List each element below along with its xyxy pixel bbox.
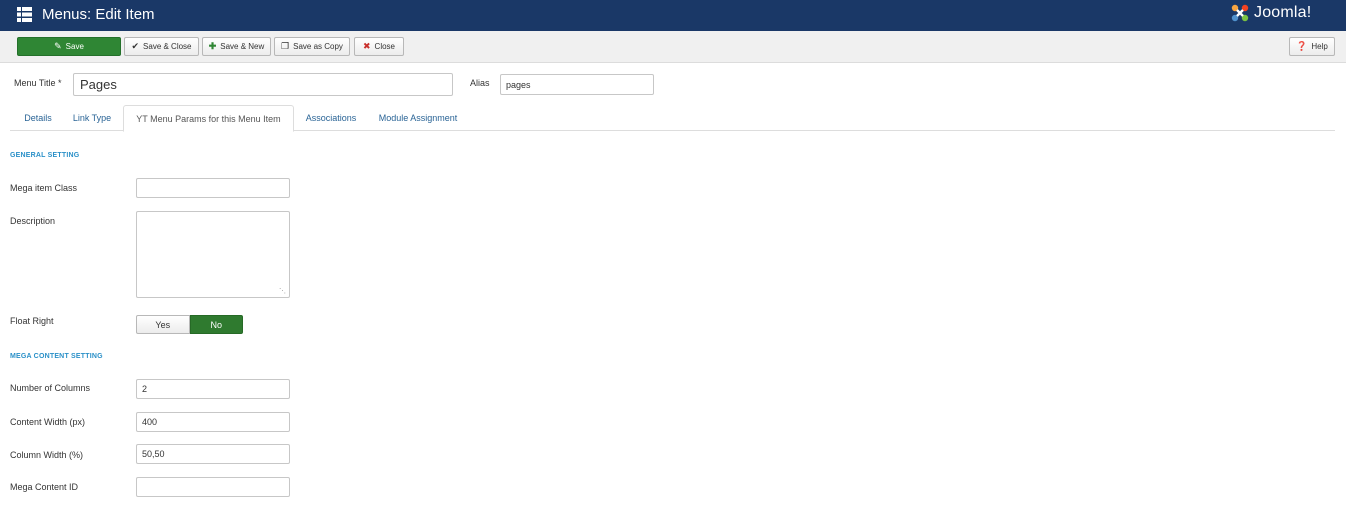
tab-associations[interactable]: Associations — [299, 105, 363, 131]
copy-icon: ❐ — [281, 41, 290, 51]
alias-input[interactable]: pages — [500, 74, 654, 95]
tab-details[interactable]: Details — [14, 105, 62, 131]
menu-title-label: Menu Title * — [14, 78, 62, 88]
page-title: Menus: Edit Item — [42, 6, 155, 23]
save-label: Save — [65, 42, 84, 51]
tab-module-assignment[interactable]: Module Assignment — [372, 105, 464, 131]
edit-icon: ✎ — [54, 41, 62, 51]
close-button[interactable]: ✖ Close — [354, 37, 404, 56]
plus-icon: ✚ — [208, 41, 217, 51]
save-close-button[interactable]: ✔ Save & Close — [124, 37, 199, 56]
content-width-label: Content Width (px) — [10, 417, 86, 427]
mega-item-class-label: Mega item Class — [10, 183, 78, 193]
resize-handle-icon[interactable]: ⋱ — [279, 287, 286, 295]
menu-title-input[interactable]: Pages — [73, 73, 453, 96]
save-copy-button[interactable]: ❐ Save as Copy — [274, 37, 350, 56]
columns-label: Number of Columns — [10, 383, 91, 393]
save-copy-label: Save as Copy — [293, 42, 343, 51]
list-menu-icon — [17, 7, 32, 22]
mega-content-id-input[interactable] — [136, 477, 290, 497]
tab-yt-menu-params[interactable]: YT Menu Params for this Menu Item — [123, 105, 294, 132]
description-textarea[interactable]: ⋱ — [136, 211, 290, 298]
columns-input[interactable]: 2 — [136, 379, 290, 399]
logo-text: Joomla! — [1254, 4, 1312, 21]
tab-bar: Details Link Type YT Menu Params for thi… — [10, 105, 1335, 132]
save-new-button[interactable]: ✚ Save & New — [202, 37, 271, 56]
float-right-toggle: Yes No — [136, 315, 243, 334]
content-width-input[interactable]: 400 — [136, 412, 290, 432]
help-label: Help — [1311, 42, 1328, 51]
check-icon: ✔ — [131, 41, 140, 51]
save-close-label: Save & Close — [143, 42, 192, 51]
close-label: Close — [374, 42, 395, 51]
float-right-no-button[interactable]: No — [189, 315, 243, 334]
toolbar: ✎ Save ✔ Save & Close ✚ Save & New ❐ Sav… — [0, 31, 1346, 63]
joomla-logo[interactable]: Joomla! — [1230, 2, 1311, 24]
admin-header: Menus: Edit Item Joomla! — [0, 0, 1346, 31]
save-button[interactable]: ✎ Save — [17, 37, 121, 56]
save-new-label: Save & New — [220, 42, 265, 51]
alias-label: Alias — [470, 78, 490, 88]
column-width-label: Column Width (%) — [10, 450, 84, 460]
help-button[interactable]: ❓ Help — [1289, 37, 1335, 56]
mega-content-setting-heading: MEGA CONTENT SETTING — [10, 353, 103, 360]
tab-link-type[interactable]: Link Type — [66, 105, 118, 131]
close-icon: ✖ — [363, 41, 371, 51]
float-right-label: Float Right — [10, 316, 54, 326]
general-setting-heading: GENERAL SETTING — [10, 152, 80, 159]
column-width-input[interactable]: 50,50 — [136, 444, 290, 464]
description-label: Description — [10, 216, 56, 226]
joomla-logo-icon — [1231, 4, 1249, 22]
float-right-yes-button[interactable]: Yes — [136, 315, 190, 334]
mega-content-id-label: Mega Content ID — [10, 482, 79, 492]
mega-item-class-input[interactable] — [136, 178, 290, 198]
question-icon: ❓ — [1296, 41, 1308, 51]
